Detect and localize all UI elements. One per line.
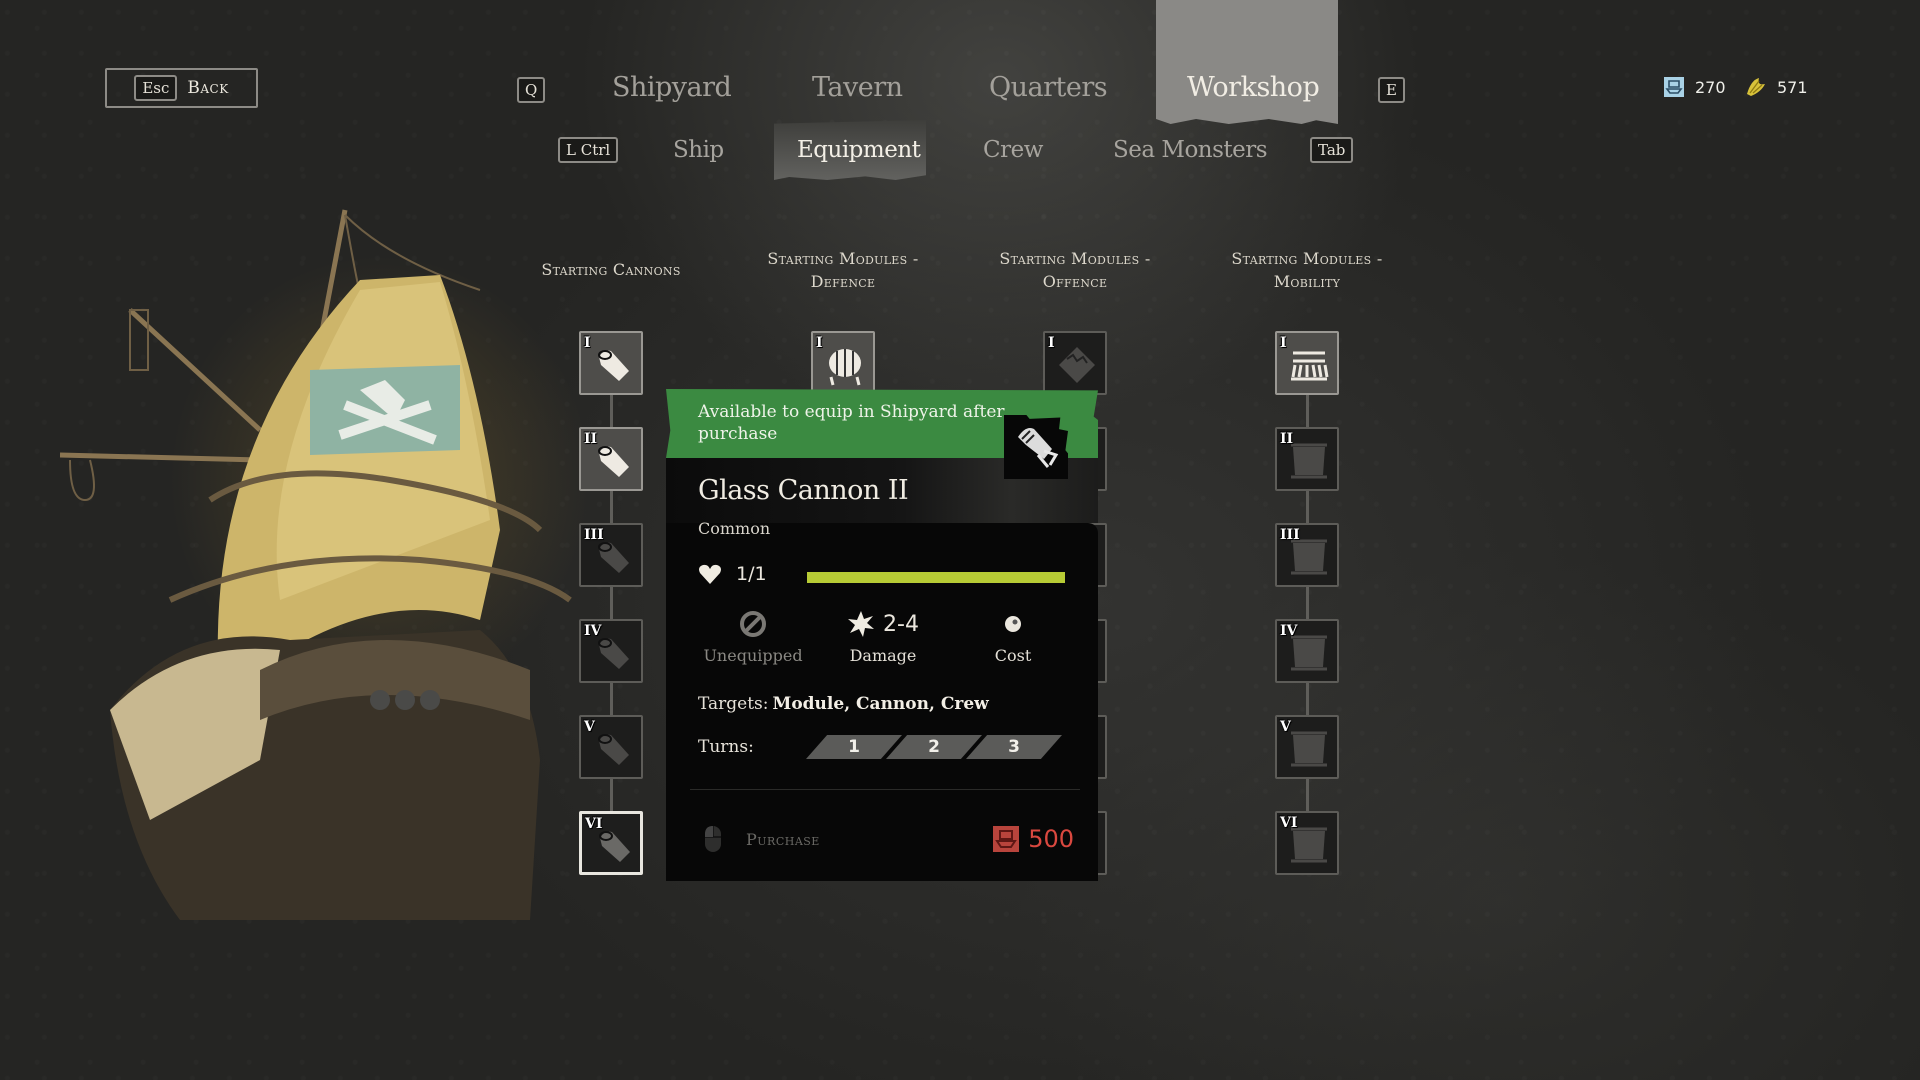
active-tab-highlight [1156,0,1338,124]
subtab-crew[interactable]: Crew [983,137,1043,163]
equipment-slot[interactable]: VI [579,811,643,875]
health-row: 1/1 [698,563,767,585]
tier-label: IV [584,623,602,639]
prev-tab-key-hint[interactable]: Q [517,77,546,103]
equipment-slot[interactable]: III [579,523,643,587]
tier-label: VI [1280,815,1298,831]
prev-subtab-key-hint[interactable]: L Ctrl [558,137,619,163]
item-rarity: Common [698,519,771,538]
health-bar [807,572,1065,583]
main-navigation: Q Shipyard Tavern Quarters Workshop E L … [0,0,1920,180]
tier-label: I [816,335,823,351]
turns-label: Turns: [698,737,754,757]
turn-chip: 1 [806,735,902,759]
equipment-slot[interactable]: I [811,331,875,395]
stat-label: Cost [994,646,1032,665]
targets-value: Module, Cannon, Crew [772,694,989,714]
stat-label: Unequipped [703,646,803,665]
tier-label: IV [1280,623,1298,639]
tab-tavern[interactable]: Tavern [812,72,903,103]
tier-label: I [584,335,591,351]
tab-shipyard[interactable]: Shipyard [612,72,732,103]
equipment-slot[interactable]: I [579,331,643,395]
purchase-label: Purchase [746,830,820,849]
equipment-slot[interactable]: I [1043,331,1107,395]
salvage-amount: 270 [1695,77,1726,97]
short-cannon-icon [598,734,629,765]
tier-label: V [584,719,595,735]
health-value: 1/1 [736,563,767,585]
turn-chip: 2 [886,735,982,759]
gold-amount: 571 [1777,77,1808,97]
equipment-slot[interactable]: V [579,715,643,779]
damage-value: 2-4 [883,611,919,637]
tier-label: III [584,527,604,543]
tier-label: V [1280,719,1291,735]
currency-gold: 571 [1745,76,1808,98]
purchase-button[interactable]: Purchase 500 [704,825,1074,855]
oars-icon [1291,351,1329,381]
purchase-price: 500 [992,825,1074,853]
mouse-click-icon [705,826,721,852]
tier-label: II [1280,431,1294,447]
item-name: Glass Cannon II [698,475,909,506]
availability-text: Available to equip in Shipyard after pur… [698,402,1005,444]
stat-cost: Cost [948,607,1078,665]
heart-icon [699,564,721,584]
next-tab-key-hint[interactable]: E [1378,77,1405,103]
equipment-slot[interactable]: II [1275,427,1339,491]
ship-illustration [60,209,572,920]
tier-label: VI [585,816,603,832]
equipment-slot[interactable]: V [1275,715,1339,779]
column-header-mobility: Starting Modules - Mobility [1231,249,1383,291]
card-divider [690,789,1080,790]
equipment-slot[interactable]: IV [579,619,643,683]
stat-label: Damage [849,646,917,665]
subtab-sea-monsters[interactable]: Sea Monsters [1113,137,1268,163]
equipment-slot[interactable]: III [1275,523,1339,587]
column-header-cannons: Starting Cannons [541,260,681,279]
twin-cannon-icon [598,446,629,477]
currency-salvage: 270 [1663,76,1726,98]
cannonball-icon [1005,616,1021,632]
price-value: 500 [1028,825,1074,853]
crossed-bones-sail-icon [1291,731,1327,767]
targets-label: Targets: [698,694,769,714]
unequipped-icon [740,611,766,637]
stats-row: Unequipped 2-4 Damage Cost [666,607,1098,667]
crate-sail-icon [1291,443,1327,479]
single-cannon-icon [598,350,629,381]
spiked-module-icon [1059,347,1095,383]
turns-indicator: 1 2 3 [806,735,1062,759]
stat-damage: 2-4 Damage [818,607,948,665]
subtab-ship[interactable]: Ship [673,137,724,163]
tab-quarters[interactable]: Quarters [989,72,1108,103]
gold-leaf-icon [1747,78,1765,96]
item-tooltip: Available to equip in Shipyard after pur… [666,389,1098,881]
subtab-equipment[interactable]: Equipment [797,137,921,163]
tier-label: I [1048,335,1055,351]
tier-label: III [1280,527,1300,543]
damage-burst-icon [848,611,875,637]
tier-label: II [584,431,598,447]
salvage-icon [1664,77,1684,97]
equipment-slot[interactable]: IV [1275,619,1339,683]
tab-workshop[interactable]: Workshop [1187,72,1320,103]
next-subtab-key-hint[interactable]: Tab [1310,137,1354,163]
targets-row: Targets: Module, Cannon, Crew [698,694,989,714]
barrel-icon [829,349,861,386]
stat-equip-status: Unequipped [688,607,818,665]
column-header-defence: Starting Modules - Defence [767,249,919,291]
tier-label: I [1280,335,1287,351]
salvage-icon [993,826,1020,852]
equipment-slot[interactable]: I [1275,331,1339,395]
glass-cannon-item-icon [1004,415,1068,479]
health-bar-fill [807,572,1065,583]
equipment-slot[interactable]: II [579,427,643,491]
equipment-slot[interactable]: VI [1275,811,1339,875]
column-header-offence: Starting Modules - Offence [999,249,1151,291]
